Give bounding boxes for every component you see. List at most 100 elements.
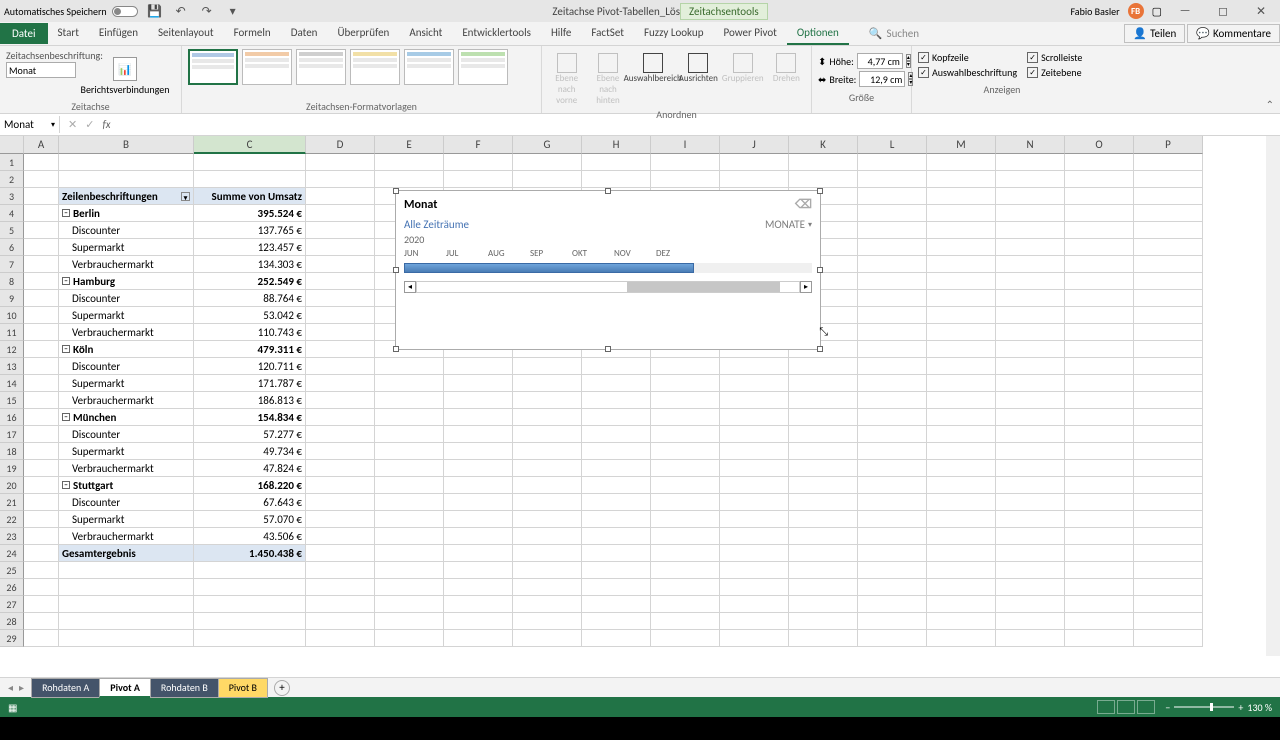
cell[interactable] — [1065, 392, 1134, 409]
cell[interactable] — [789, 375, 858, 392]
cell[interactable] — [582, 596, 651, 613]
cell[interactable] — [1065, 222, 1134, 239]
sheet-tab[interactable]: Pivot A — [99, 678, 151, 698]
cell[interactable] — [24, 205, 59, 222]
timelevel-checkbox[interactable]: ✓ — [1027, 67, 1038, 78]
header-checkbox[interactable]: ✓ — [918, 52, 929, 63]
collapse-icon[interactable]: − — [62, 413, 70, 421]
cell[interactable]: −Köln — [59, 341, 194, 358]
scrollbar-checkbox[interactable]: ✓ — [1027, 52, 1038, 63]
file-menu[interactable]: Datei — [0, 23, 48, 44]
cell[interactable] — [720, 562, 789, 579]
cell[interactable] — [582, 171, 651, 188]
cell[interactable] — [306, 392, 375, 409]
cell[interactable] — [789, 171, 858, 188]
cell[interactable] — [582, 613, 651, 630]
ribbon-display-icon[interactable]: ▢ — [1152, 5, 1162, 18]
select-all-corner[interactable] — [0, 136, 24, 154]
cell[interactable]: 49.734 € — [194, 443, 306, 460]
cell[interactable] — [789, 511, 858, 528]
cell[interactable] — [194, 154, 306, 171]
cell[interactable] — [513, 511, 582, 528]
cell[interactable] — [927, 154, 996, 171]
cell[interactable] — [444, 630, 513, 647]
cell[interactable] — [1134, 205, 1203, 222]
cell[interactable] — [1065, 477, 1134, 494]
cell[interactable] — [927, 290, 996, 307]
column-header[interactable]: A — [24, 136, 59, 154]
cell[interactable] — [720, 613, 789, 630]
cell[interactable] — [927, 528, 996, 545]
cell[interactable] — [444, 426, 513, 443]
cell[interactable]: 120.711 € — [194, 358, 306, 375]
cell[interactable] — [582, 630, 651, 647]
cell[interactable] — [927, 358, 996, 375]
cell[interactable] — [582, 409, 651, 426]
timeline-scroll-left-icon[interactable]: ◂ — [404, 281, 416, 293]
cell[interactable]: Gesamtergebnis — [59, 545, 194, 562]
column-header[interactable]: D — [306, 136, 375, 154]
cell[interactable] — [24, 443, 59, 460]
undo-icon[interactable]: ↶ — [174, 4, 188, 18]
cell[interactable] — [24, 613, 59, 630]
row-header[interactable]: 6 — [0, 239, 24, 256]
cell[interactable] — [1134, 613, 1203, 630]
cell[interactable] — [194, 579, 306, 596]
cell[interactable] — [651, 392, 720, 409]
cell[interactable] — [927, 409, 996, 426]
row-header[interactable]: 9 — [0, 290, 24, 307]
cell[interactable] — [24, 239, 59, 256]
cell[interactable] — [306, 273, 375, 290]
cell[interactable] — [720, 494, 789, 511]
cell[interactable] — [927, 239, 996, 256]
cell[interactable] — [789, 443, 858, 460]
page-layout-view-icon[interactable] — [1117, 700, 1135, 714]
menu-tab-start[interactable]: Start — [48, 22, 89, 45]
cell[interactable] — [996, 426, 1065, 443]
cell[interactable] — [927, 477, 996, 494]
cell[interactable] — [375, 358, 444, 375]
cell[interactable] — [306, 528, 375, 545]
cell[interactable] — [375, 409, 444, 426]
cell[interactable]: −München — [59, 409, 194, 426]
menu-tab-ansicht[interactable]: Ansicht — [399, 22, 452, 45]
cell[interactable] — [927, 545, 996, 562]
cell[interactable] — [1134, 290, 1203, 307]
align-button[interactable]: Ausrichten — [679, 49, 718, 84]
cell[interactable] — [1065, 630, 1134, 647]
cell[interactable]: 57.277 € — [194, 426, 306, 443]
menu-tab-fuzzy lookup[interactable]: Fuzzy Lookup — [634, 22, 714, 45]
close-icon[interactable]: ✕ — [1246, 0, 1276, 22]
cell[interactable] — [927, 273, 996, 290]
cell[interactable] — [513, 528, 582, 545]
timeline-style-2[interactable] — [296, 49, 346, 85]
cell[interactable] — [1134, 630, 1203, 647]
cell[interactable] — [24, 596, 59, 613]
group-button[interactable]: Gruppieren — [722, 49, 764, 84]
cell[interactable] — [59, 579, 194, 596]
cell[interactable] — [651, 154, 720, 171]
cell[interactable] — [996, 171, 1065, 188]
cell[interactable] — [996, 494, 1065, 511]
cell[interactable] — [24, 477, 59, 494]
cell[interactable] — [375, 528, 444, 545]
cell[interactable] — [789, 477, 858, 494]
cell[interactable] — [306, 307, 375, 324]
cell[interactable] — [858, 205, 927, 222]
row-header[interactable]: 27 — [0, 596, 24, 613]
cell[interactable] — [24, 392, 59, 409]
cell[interactable] — [927, 341, 996, 358]
cell[interactable] — [927, 392, 996, 409]
cell[interactable] — [927, 171, 996, 188]
cell[interactable]: 154.834 € — [194, 409, 306, 426]
row-header[interactable]: 26 — [0, 579, 24, 596]
cell[interactable] — [444, 358, 513, 375]
cell[interactable] — [789, 409, 858, 426]
cell[interactable] — [996, 528, 1065, 545]
cell[interactable] — [59, 562, 194, 579]
column-header[interactable]: E — [375, 136, 444, 154]
cell[interactable] — [789, 613, 858, 630]
cell[interactable] — [306, 154, 375, 171]
cell[interactable] — [444, 443, 513, 460]
cell[interactable] — [59, 613, 194, 630]
